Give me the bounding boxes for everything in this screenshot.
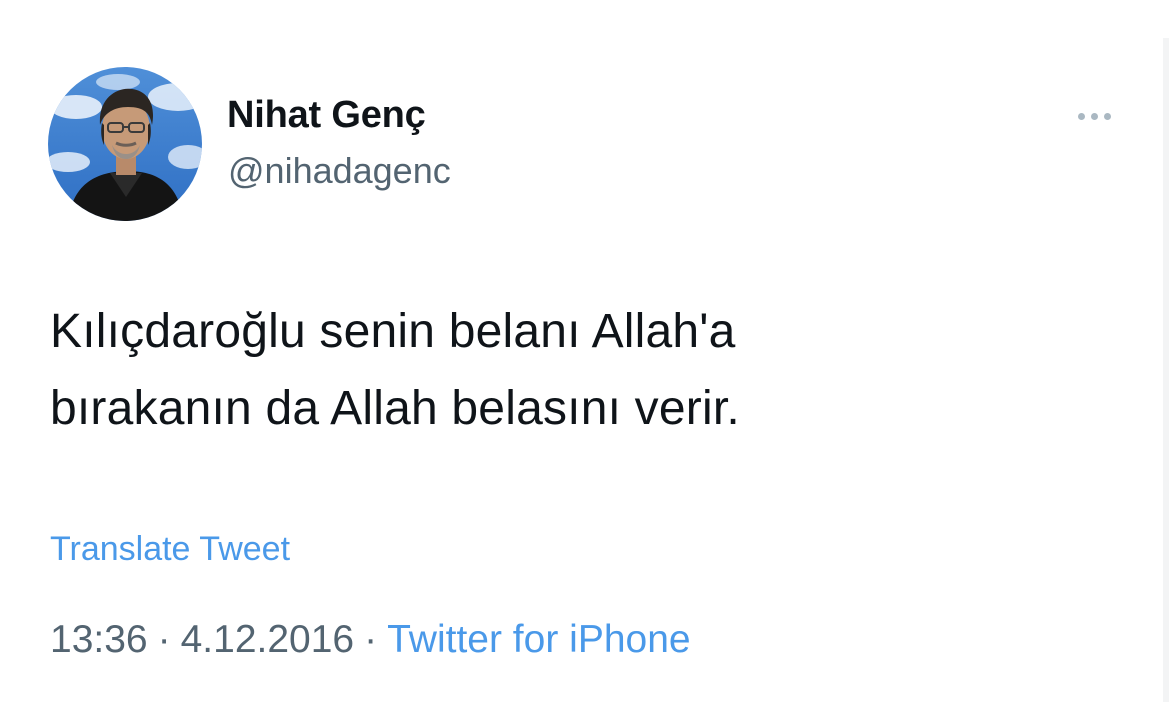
more-horizontal-icon	[1103, 112, 1111, 120]
avatar[interactable]	[48, 67, 202, 221]
separator-dot: ·	[364, 618, 378, 661]
tweet-text: Kılıçdaroğlu senin belanı Allah'a bıraka…	[50, 293, 1010, 447]
more-options-button[interactable]	[1070, 104, 1118, 128]
tweet-metadata: 13:36 · 4.12.2016 · Twitter for iPhone	[50, 618, 691, 662]
tweet-text-line: Kılıçdaroğlu senin belanı Allah'a	[50, 305, 736, 358]
avatar-image	[48, 67, 202, 221]
tweet-time[interactable]: 13:36	[50, 618, 148, 661]
more-horizontal-icon	[1077, 112, 1085, 120]
tweet-card: Nihat Genç @nihadagenc Kılıçdaroğlu seni…	[0, 0, 1169, 702]
tweet-date[interactable]: 4.12.2016	[181, 618, 355, 661]
tweet-text-line: bırakanın da Allah belasını verir.	[50, 382, 740, 435]
more-horizontal-icon	[1090, 112, 1098, 120]
author-handle[interactable]: @nihadagenc	[228, 150, 451, 192]
tweet-source-link[interactable]: Twitter for iPhone	[387, 618, 690, 661]
translate-tweet-link[interactable]: Translate Tweet	[50, 530, 290, 569]
separator-dot: ·	[157, 618, 171, 661]
author-display-name[interactable]: Nihat Genç	[227, 94, 426, 137]
scrollbar-track	[1163, 38, 1169, 702]
